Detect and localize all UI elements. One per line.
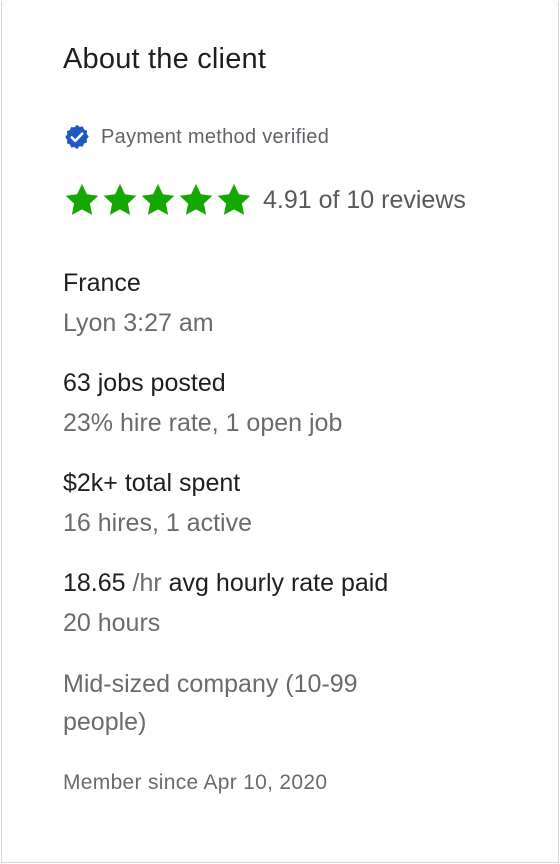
- section-title: About the client: [63, 43, 267, 75]
- star-icon: [141, 183, 175, 215]
- hourly-rate-label: avg hourly rate paid: [168, 569, 389, 597]
- company-size: Mid-sized company (10-99 people): [63, 670, 358, 736]
- hire-rate: 23% hire rate, 1 open job: [63, 409, 343, 437]
- rating-text: 4.91 of 10 reviews: [263, 185, 466, 214]
- client-country: France: [63, 269, 141, 297]
- hourly-rate-unit: /hr: [132, 569, 162, 597]
- payment-verified-label: Payment method verified: [101, 125, 330, 148]
- rating-stars: [63, 181, 253, 219]
- member-since: Member since Apr 10, 2020: [63, 771, 328, 794]
- hires-detail: 16 hires, 1 active: [63, 509, 252, 537]
- jobs-posted: 63 jobs posted: [63, 369, 226, 397]
- payment-verified-row: Payment method verified: [63, 123, 329, 151]
- spend-block: $2k+ total spent 16 hires, 1 active: [63, 468, 252, 538]
- star-icon: [179, 183, 213, 215]
- hours-worked: 20 hours: [63, 609, 161, 637]
- total-spent: $2k+ total spent: [63, 469, 241, 497]
- rating-row: 4.91 of 10 reviews: [63, 181, 466, 219]
- verified-badge-icon: [65, 124, 89, 150]
- avg-hourly-rate: 18.65 /hr avg hourly rate paid: [63, 568, 388, 598]
- hourly-block: 18.65 /hr avg hourly rate paid 20 hours: [63, 568, 388, 638]
- jobs-block: 63 jobs posted 23% hire rate, 1 open job: [63, 368, 342, 438]
- about-client-panel: About the client Payment method verified…: [1, 1, 559, 863]
- client-city-time: Lyon 3:27 am: [63, 309, 214, 337]
- star-icon: [217, 183, 251, 215]
- location-block: France Lyon 3:27 am: [63, 268, 214, 338]
- star-icon: [103, 183, 137, 215]
- star-icon: [65, 183, 99, 215]
- hourly-rate-value: 18.65: [63, 569, 126, 597]
